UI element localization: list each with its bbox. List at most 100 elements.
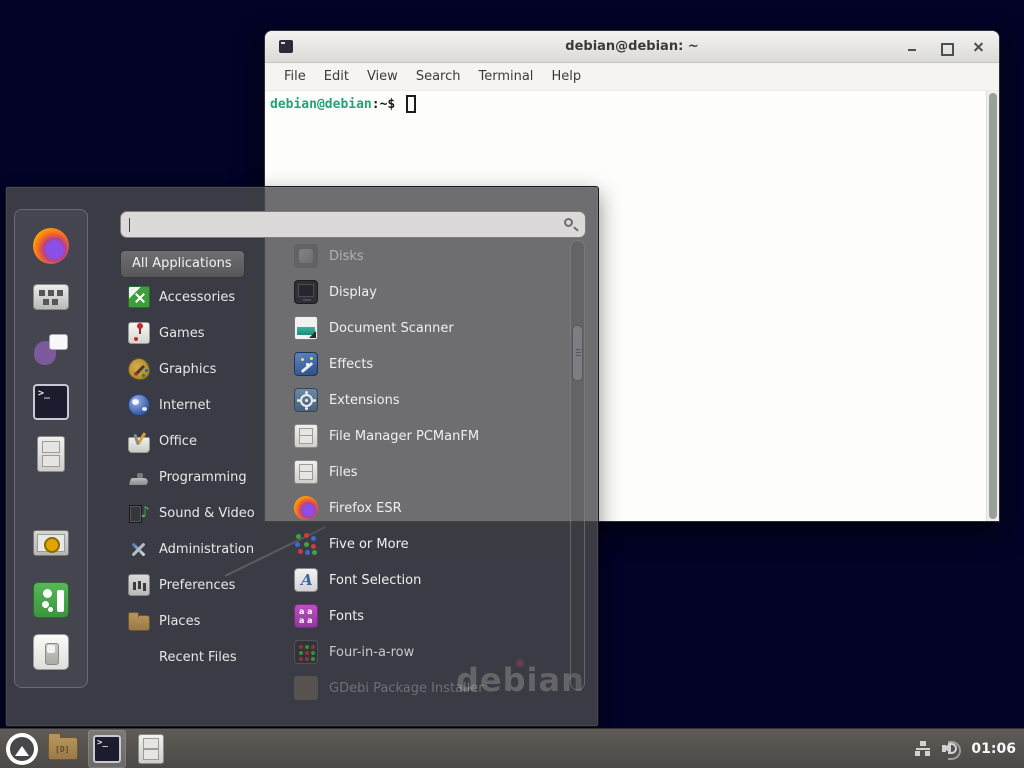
category-label: Programming [159,470,247,485]
app-item-label: Display [329,285,377,300]
maximize-button[interactable] [932,31,958,63]
app-item-five-or-more[interactable]: Five or More [294,526,574,562]
terminal-menu-item-edit[interactable]: Edit [315,65,358,88]
fonts-icon [294,604,318,628]
software-icon [33,284,69,310]
terminal-menu-item-search[interactable]: Search [407,65,470,88]
app-list-scrollbar-thumb[interactable] [572,325,583,381]
category-label: Accessories [159,290,235,305]
favorite-pidgin-button[interactable] [33,332,69,368]
all-applications-button[interactable]: All Applications [120,250,245,278]
category-label: Office [159,434,197,449]
minimize-button[interactable] [899,31,925,63]
app-item-disks[interactable]: Disks [294,238,574,274]
app-item-label: Font Selection [329,573,421,588]
app-item-label: Five or More [329,537,409,552]
app-item-document-scanner[interactable]: Document Scanner [294,310,574,346]
favorite-file-manager-button[interactable] [33,436,69,472]
app-item-label: Fonts [329,609,364,624]
app-item-extensions[interactable]: Extensions [294,382,574,418]
places-icon [128,615,150,631]
programming-icon [128,466,150,488]
app-item-fonts[interactable]: Fonts [294,598,574,634]
category-label: Administration [159,542,254,557]
category-administration[interactable]: Administration [128,531,256,567]
cabinet-icon [138,734,164,764]
network-wired-icon[interactable] [915,741,931,756]
disks-icon [294,244,318,268]
display-icon [294,280,318,304]
office-icon [128,437,150,453]
category-graphics[interactable]: Graphics [128,351,256,387]
favorite-terminal-button[interactable] [33,384,69,420]
category-label: Preferences [159,578,235,593]
category-label: Graphics [159,362,216,377]
menu-search-box[interactable] [120,211,586,238]
administration-icon [128,538,150,560]
app-item-gdebi-package-installer[interactable]: GDebi Package Installer [294,670,574,706]
category-label: Sound & Video [159,506,255,521]
preferences-icon [128,574,150,596]
app-item-label: Effects [329,357,373,372]
taskbar: 01:06 [0,728,1024,768]
screensaver-icon [33,530,69,556]
clock[interactable]: 01:06 [971,741,1016,757]
taskbar-files-folder-button[interactable] [44,730,82,768]
four-in-a-row-icon [294,640,318,664]
app-item-effects[interactable]: Effects [294,346,574,382]
favorite-lock-screen-button[interactable] [33,530,69,566]
app-item-font-selection[interactable]: Font Selection [294,562,574,598]
category-games[interactable]: Games [128,315,256,351]
terminal-scrollbar[interactable] [986,91,999,521]
category-programming[interactable]: Programming [128,459,256,495]
category-office[interactable]: Office [128,423,256,459]
app-list-scrollbar[interactable] [570,240,585,690]
extensions-icon [294,388,318,412]
pidgin-icon [33,332,69,368]
close-button[interactable] [965,31,991,63]
favorite-logout-button[interactable] [33,582,69,618]
graphics-icon [128,358,150,380]
favorite-firefox-button[interactable] [33,228,69,264]
category-places[interactable]: Places [128,603,256,639]
volume-icon[interactable] [942,741,960,756]
application-list: Disks Display Document Scanner Effects Exten… [294,238,574,706]
app-item-display[interactable]: Display [294,274,574,310]
category-sound-video[interactable]: Sound & Video [128,495,256,531]
category-accessories[interactable]: Accessories [128,279,256,315]
category-internet[interactable]: Internet [128,387,256,423]
app-item-file-manager-pcmanfm[interactable]: File Manager PCManFM [294,418,574,454]
application-menu: All Applications Accessories Games Graphic… [5,186,599,727]
app-item-firefox-esr[interactable]: Firefox ESR [294,490,574,526]
terminal-menu-item-help[interactable]: Help [542,65,590,88]
favorite-shutdown-button[interactable] [33,634,69,670]
app-item-label: Firefox ESR [329,501,402,516]
terminal-menu-item-terminal[interactable]: Terminal [469,65,542,88]
taskbar-file-manager-button[interactable] [132,730,170,768]
file-manager-icon [37,436,65,472]
app-item-four-in-a-row[interactable]: Four-in-a-row [294,634,574,670]
terminal-menu-item-file[interactable]: File [275,65,315,88]
terminal-scrollbar-thumb[interactable] [989,93,997,519]
app-item-files[interactable]: Files [294,454,574,490]
terminal-titlebar[interactable]: debian@debian: ~ [265,31,999,63]
category-label: Games [159,326,204,341]
shutdown-icon [33,634,69,670]
terminal-menu-item-view[interactable]: View [358,65,407,88]
menu-button[interactable] [6,733,38,765]
app-item-label: GDebi Package Installer [329,681,484,696]
category-label: Places [159,614,200,629]
terminal-icon [93,735,121,763]
category-preferences[interactable]: Preferences [128,567,256,603]
favorite-software-button[interactable] [33,280,69,316]
app-item-label: Four-in-a-row [329,645,414,660]
category-label: Recent Files [159,650,237,665]
app-item-label: File Manager PCManFM [329,429,479,444]
terminal-icon [33,384,69,420]
app-item-label: Document Scanner [329,321,454,336]
prompt-user-host: debian@debian [270,97,372,112]
category-label: Internet [159,398,211,413]
search-input[interactable] [129,215,549,234]
taskbar-terminal-button[interactable] [88,730,126,768]
category-recent-files[interactable]: Recent Files [128,639,256,675]
